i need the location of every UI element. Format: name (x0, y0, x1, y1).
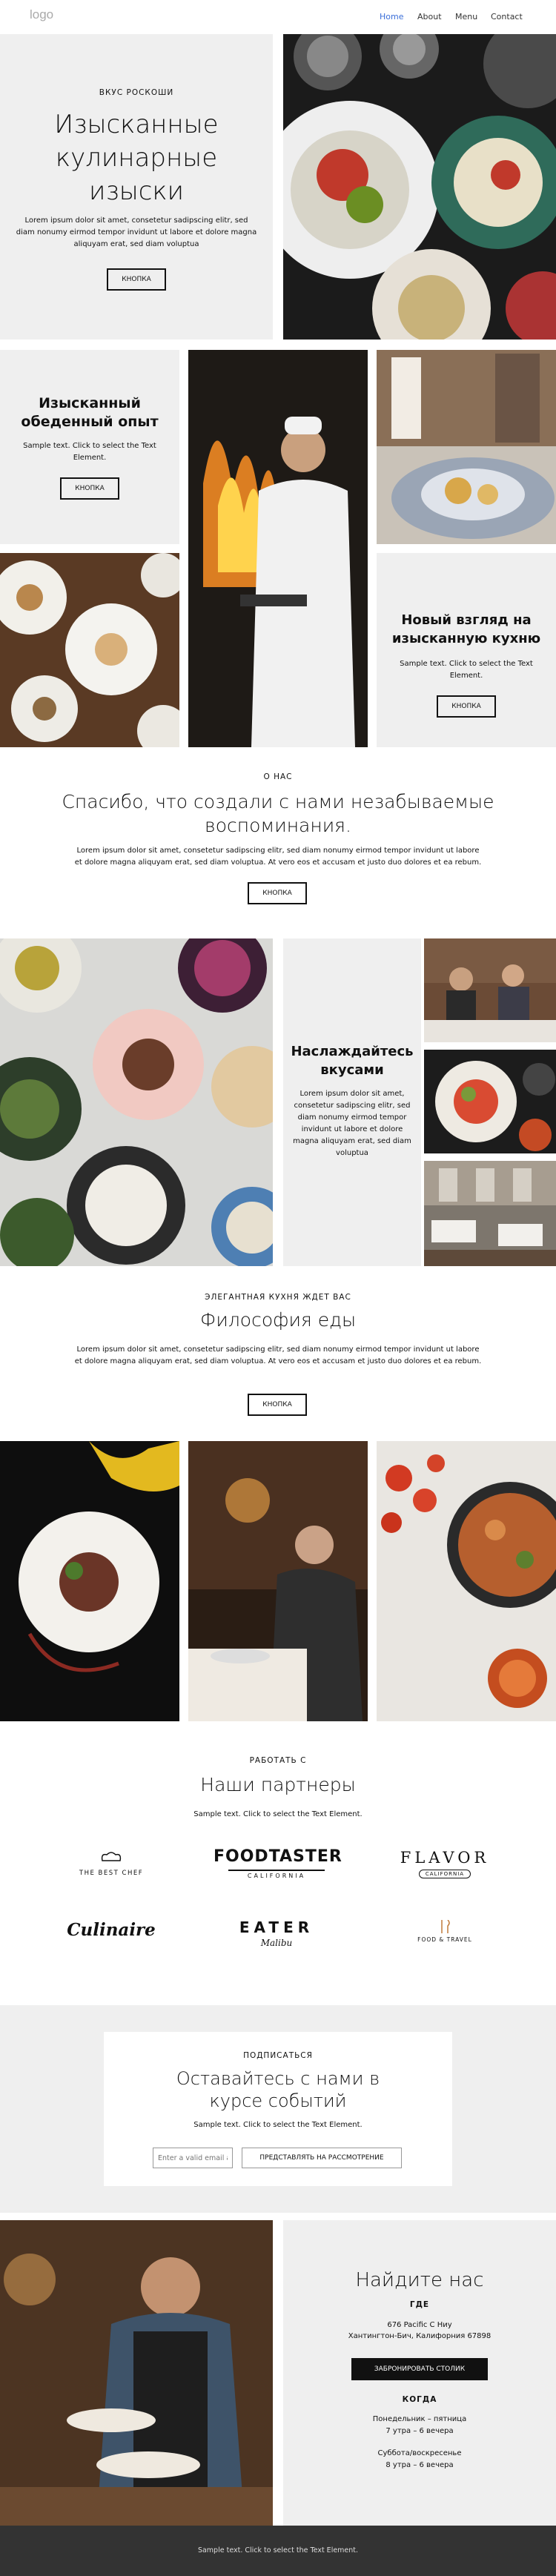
about-eyebrow: О НАС (263, 772, 293, 781)
find-panel: Найдите нас ГДЕ 676 Pacific C Ниу Хантин… (283, 2220, 556, 2526)
philosophy-title: Философия еды (199, 1309, 357, 1331)
subscribe-eyebrow: ПОДПИСАТЬСЯ (243, 2051, 313, 2060)
partner-logo-foodtaster[interactable]: FOODTASTER CALIFORNIA (214, 1847, 342, 1884)
hours-weekend: Суббота/воскресенье (377, 2449, 462, 2457)
partner-sub: CALIFORNIA (247, 1873, 306, 1879)
partners-eyebrow: РАБОТАТЬ С (249, 1756, 307, 1765)
enjoy-text: Lorem ipsum dolor sit amet, consetetur s… (293, 1090, 411, 1157)
hero-button[interactable]: КНОПКА (107, 268, 166, 291)
address-line2: Хантингтон-Бич, Калифорния 67898 (348, 2332, 492, 2340)
find-title: Найдите нас (355, 2269, 484, 2291)
nav-home[interactable]: Home (380, 12, 403, 21)
partner-name: FOODTASTER (214, 1847, 342, 1866)
partner-logo-flavor[interactable]: FLAVOR CALIFORNIA (385, 1849, 504, 1886)
hero-text: Lorem ipsum dolor sit amet, consetetur s… (16, 216, 257, 248)
dining-panel: Изысканный обеденный опыт Sample text. C… (0, 350, 179, 544)
man-restaurant-image (188, 1441, 368, 1721)
partner-sub: Malibu (260, 1938, 293, 1948)
meat-dish-image (0, 1441, 179, 1721)
cuisine-title: Новый взгляд на изысканную кухню (391, 612, 541, 646)
enjoy-title: Наслаждайтесь вкусами (291, 1044, 414, 1078)
nav-menu[interactable]: Menu (455, 12, 477, 21)
when-label: КОГДА (402, 2395, 437, 2404)
philosophy-eyebrow: ЭЛЕГАНТНАЯ КУХНЯ ЖДЕТ ВАС (205, 1293, 351, 1302)
chef-hat-icon (101, 1852, 122, 1861)
dishes-table-image (0, 938, 273, 1266)
waiter-serving-image (0, 2220, 273, 2526)
main-nav: Home About Menu Contact (380, 12, 528, 22)
tomato-dish-image (377, 1441, 556, 1721)
restaurant-interior-image (424, 1161, 556, 1266)
about-text: Lorem ipsum dolor sit amet, consetetur s… (74, 847, 482, 867)
address-line1: 676 Pacific C Ниу (387, 2321, 452, 2329)
hours-weekend-time: 8 утра – 6 вечера (385, 2461, 454, 2469)
subscribe-section: ПОДПИСАТЬСЯ Оставайтесь с нами в курсе с… (0, 2005, 556, 2213)
philosophy-text: Lorem ipsum dolor sit amet, consetetur s… (74, 1345, 482, 1365)
hero-plates-image (283, 34, 556, 340)
email-input[interactable] (153, 2148, 233, 2168)
partner-sub: CALIFORNIA (419, 1870, 471, 1878)
nav-contact[interactable]: Contact (491, 12, 523, 21)
partner-name: FLAVOR (400, 1849, 490, 1867)
chef-flame-image (188, 350, 368, 747)
restaurant-table-image (377, 350, 556, 544)
partner-name: Culinaire (67, 1920, 156, 1940)
dining-title: Изысканный обеденный опыт (21, 395, 159, 430)
logo[interactable]: logo (30, 7, 53, 22)
footer-text: Sample text. Click to select the Text El… (197, 2546, 359, 2555)
partner-logo-culinaire[interactable]: Culinaire (67, 1920, 156, 1950)
header: logo Home About Menu Contact (0, 0, 556, 34)
vegetables-plate-image (424, 1050, 556, 1153)
nav-about[interactable]: About (417, 12, 442, 21)
hours-weekdays: Понедельник – пятница (372, 2415, 467, 2423)
plates-overhead-image (0, 553, 179, 747)
footer: Sample text. Click to select the Text El… (0, 2526, 556, 2576)
hero-panel: ВКУС РОСКОШИ Изысканные кулинарные изыск… (0, 34, 273, 340)
partner-logo-best-chef[interactable]: THE BEST CHEF (67, 1850, 156, 1887)
fork-spoon-icon (441, 1920, 450, 1933)
partner-name: FOOD & TRAVEL (417, 1936, 472, 1943)
partners-text: Sample text. Click to select the Text El… (193, 1810, 363, 1818)
people-dining-image (424, 938, 556, 1042)
divider (228, 1870, 325, 1871)
dining-button[interactable]: КНОПКА (60, 477, 119, 500)
partner-logo-eater[interactable]: EATER Malibu (228, 1918, 325, 1956)
partner-name: THE BEST CHEF (79, 1870, 144, 1877)
partner-logo-food-travel[interactable]: FOOD & TRAVEL (400, 1920, 489, 1950)
hours-weekdays-time: 7 утра – 6 вечера (385, 2427, 454, 2435)
subscribe-title: Оставайтесь с нами в курсе событий (176, 2068, 380, 2111)
book-table-button[interactable]: ЗАБРОНИРОВАТЬ СТОЛИК (351, 2358, 488, 2380)
where-label: ГДЕ (409, 2300, 430, 2309)
partners-title: Наши партнеры (200, 1774, 356, 1795)
hero-eyebrow: ВКУС РОСКОШИ (99, 88, 174, 97)
submit-button[interactable]: ПРЕДСТАВЛЯТЬ НА РАССМОТРЕНИЕ (242, 2148, 402, 2168)
partner-name: EATER (239, 1918, 314, 1936)
hero-title: Изысканные кулинарные изыски (54, 110, 219, 206)
enjoy-panel: Наслаждайтесь вкусами Lorem ipsum dolor … (283, 938, 421, 1266)
about-button[interactable]: КНОПКА (248, 882, 307, 904)
cuisine-panel: Новый взгляд на изысканную кухню Sample … (377, 553, 556, 747)
cuisine-text: Sample text. Click to select the Text El… (400, 660, 533, 680)
subscribe-text: Sample text. Click to select the Text El… (193, 2121, 363, 2129)
subscribe-card: ПОДПИСАТЬСЯ Оставайтесь с нами в курсе с… (104, 2032, 452, 2186)
cuisine-button[interactable]: КНОПКА (437, 695, 496, 718)
about-title: Спасибо, что создали с нами незабываемые… (62, 791, 494, 836)
philosophy-button[interactable]: КНОПКА (248, 1394, 307, 1416)
dining-text: Sample text. Click to select the Text El… (23, 442, 156, 462)
